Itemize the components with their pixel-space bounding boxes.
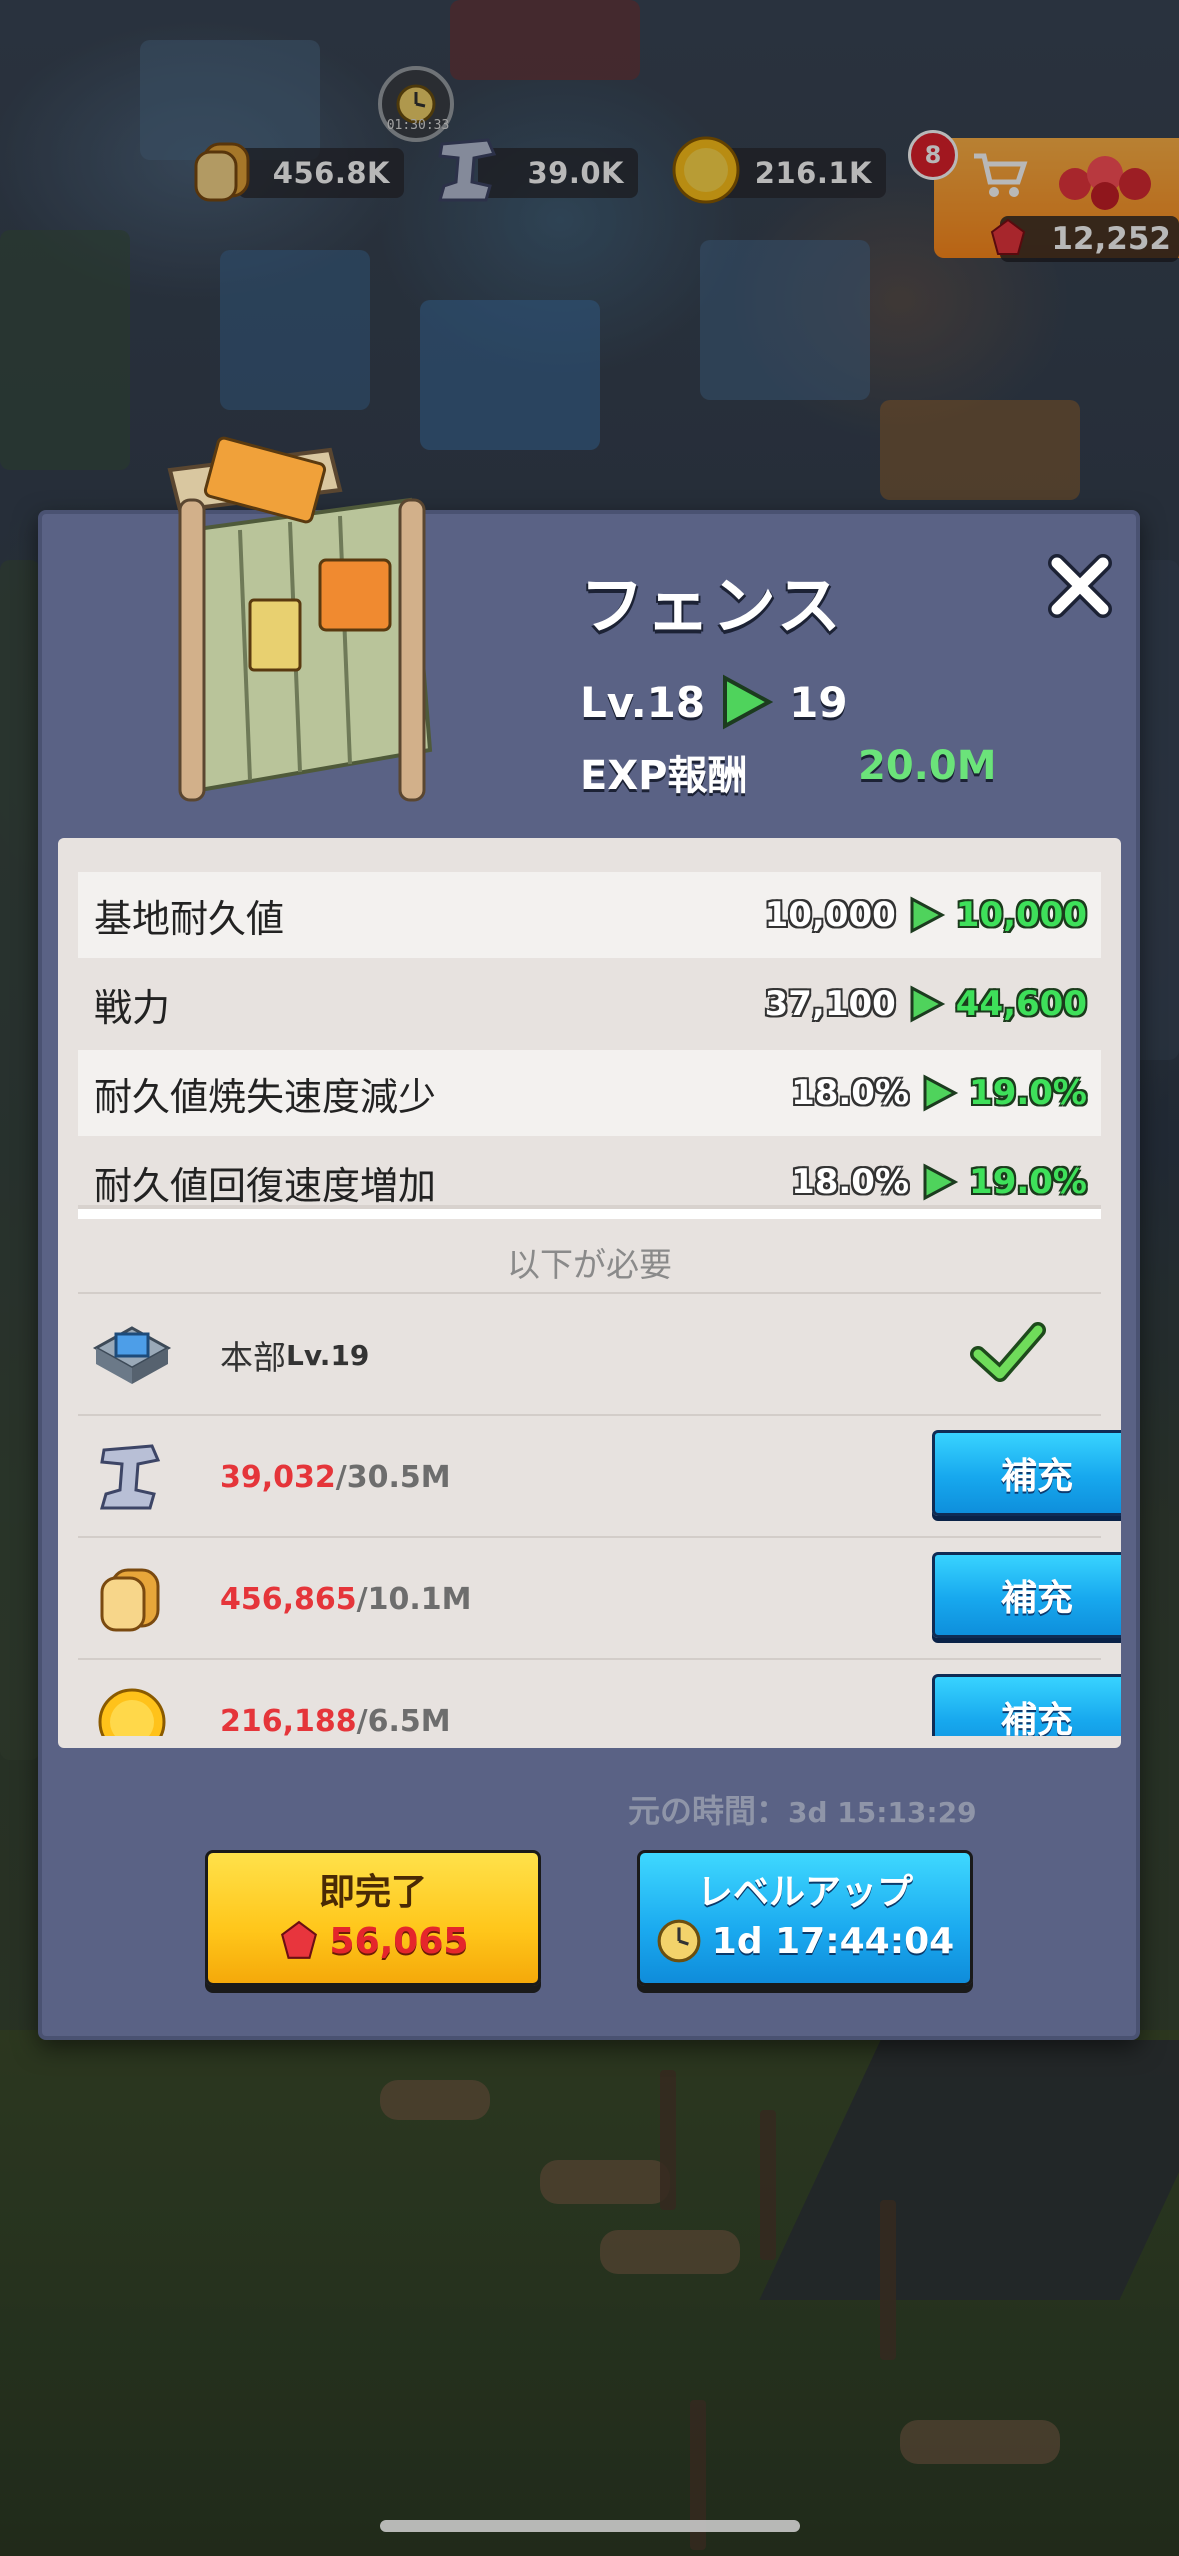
- stat-row: 耐久値焼失速度減少 18.0% 19.0%: [78, 1050, 1101, 1136]
- stat-old-value: 18.0%: [791, 1073, 910, 1113]
- exp-label: EXP報酬: [580, 753, 748, 799]
- original-time: 元の時間：3d 15:13:29: [628, 1786, 977, 1832]
- requirement-level: Lv.19: [286, 1338, 370, 1372]
- headquarters-icon: [92, 1326, 172, 1384]
- arrow-right-icon: [723, 674, 774, 730]
- arrow-right-icon: [910, 985, 945, 1023]
- checkmark-icon: [970, 1322, 1046, 1382]
- arrow-right-icon: [923, 1163, 959, 1201]
- stat-label: 耐久値回復速度増加: [94, 1163, 437, 1208]
- stat-label: 戦力: [94, 985, 171, 1030]
- requirement-need: /30.5M: [335, 1459, 451, 1495]
- fence-building-image: [167, 436, 433, 802]
- next-level: 19: [789, 677, 848, 727]
- close-icon: [1048, 554, 1112, 618]
- divider: [78, 1205, 1101, 1219]
- gem-icon: [280, 1920, 317, 1959]
- requirements-list: 本部 Lv.19 39,032/30.5M 補充 456,865/10.1M 補充: [58, 1292, 1121, 1736]
- requirement-have: 216,188: [220, 1703, 357, 1737]
- refill-gold-button[interactable]: 補充: [932, 1674, 1121, 1736]
- instant-complete-cost: 56,065: [329, 1920, 469, 1962]
- exp-value: 20.0M: [858, 743, 997, 789]
- requirement-row: 39,032/30.5M 補充: [78, 1414, 1121, 1536]
- stat-row: 戦力 37,100 44,600: [78, 961, 1101, 1047]
- iron-ingot-icon: [100, 1444, 161, 1510]
- home-indicator[interactable]: [380, 2520, 800, 2532]
- stat-old-value: 10,000: [764, 895, 896, 935]
- requirement-building: 本部: [220, 1338, 286, 1377]
- instant-complete-button[interactable]: 即完了 56,065: [205, 1850, 541, 1986]
- requirement-need: /6.5M: [356, 1703, 451, 1737]
- level-up-label: レベルアップ: [696, 1872, 913, 1913]
- stat-old-value: 18.0%: [791, 1162, 910, 1202]
- bread-icon: [100, 1568, 160, 1632]
- original-time-label: 元の時間：: [628, 1792, 789, 1830]
- building-title: フェンス: [580, 570, 843, 642]
- refill-food-button[interactable]: 補充: [932, 1552, 1121, 1638]
- stat-label: 耐久値焼失速度減少: [94, 1074, 437, 1119]
- requirement-have: 39,032: [220, 1459, 336, 1495]
- stat-new-value: 19.0%: [969, 1162, 1087, 1202]
- close-button[interactable]: [1042, 548, 1118, 624]
- original-time-value: 3d 15:13:29: [788, 1796, 977, 1829]
- gold-coin-icon: [98, 1688, 166, 1736]
- level-up-time: 1d 17:44:04: [711, 1920, 955, 1962]
- stat-new-value: 10,000: [955, 895, 1087, 935]
- current-level: Lv.18: [580, 677, 706, 727]
- exp-reward-row: EXP報酬 20.0M: [580, 743, 1140, 799]
- refill-iron-button[interactable]: 補充: [932, 1430, 1121, 1516]
- requirement-have: 456,865: [220, 1581, 357, 1617]
- clock-icon: [657, 1919, 701, 1963]
- arrow-right-icon: [923, 1074, 959, 1112]
- stat-old-value: 37,100: [764, 984, 896, 1024]
- level-up-button[interactable]: レベルアップ 1d 17:44:04: [637, 1850, 973, 1986]
- stat-label: 基地耐久値: [94, 896, 285, 941]
- stat-new-value: 44,600: [955, 984, 1087, 1024]
- stat-row: 基地耐久値 10,000 10,000: [78, 872, 1101, 958]
- stat-new-value: 19.0%: [969, 1073, 1087, 1113]
- requirement-row: 216,188/6.5M 補充: [78, 1658, 1121, 1737]
- requirements-title: 以下が必要: [507, 1245, 672, 1284]
- requirement-need: /10.1M: [356, 1581, 472, 1617]
- requirement-row: 456,865/10.1M 補充: [78, 1536, 1121, 1658]
- instant-complete-label: 即完了: [318, 1872, 427, 1913]
- arrow-right-icon: [910, 896, 945, 934]
- level-change: Lv.18 19: [580, 672, 848, 732]
- requirement-row: 本部 Lv.19: [78, 1292, 1101, 1414]
